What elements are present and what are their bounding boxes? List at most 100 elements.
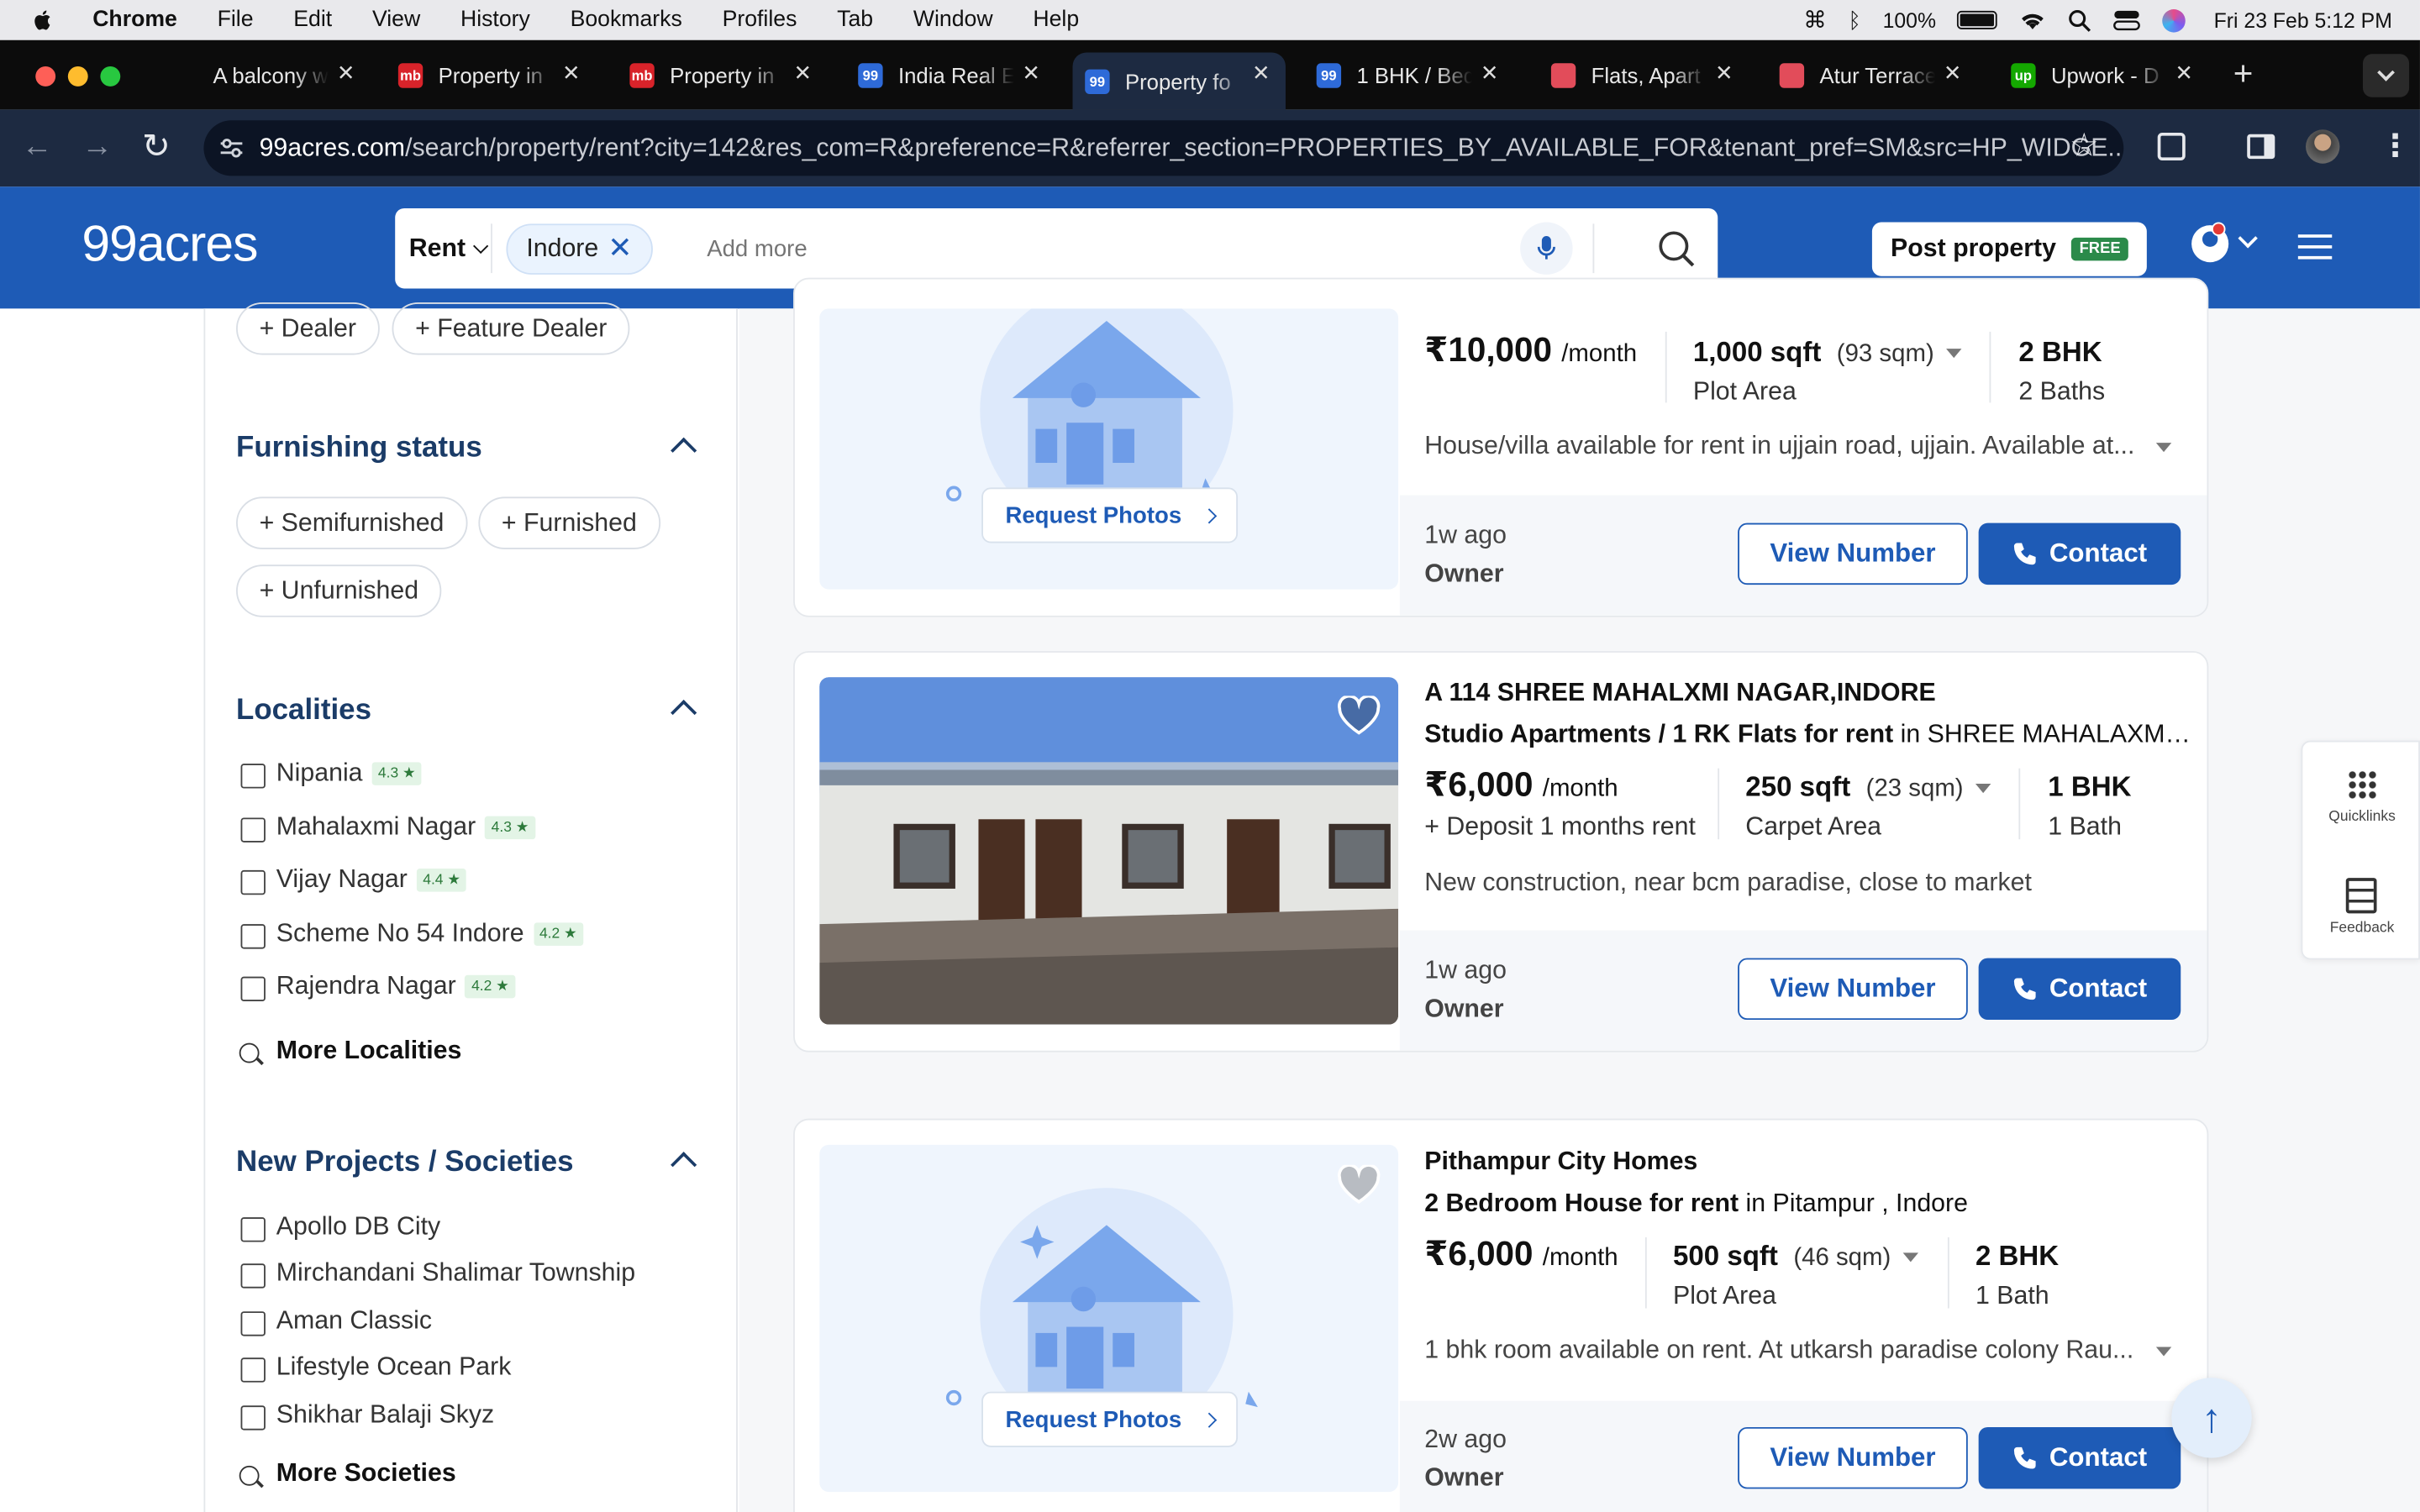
wifi-icon[interactable]	[2019, 9, 2047, 31]
menu-file[interactable]: File	[218, 8, 254, 32]
new-tab-button[interactable]: +	[2233, 54, 2254, 94]
view-number-button[interactable]: View Number	[1738, 522, 1968, 585]
locality-checkbox[interactable]	[240, 924, 266, 949]
locality-checkbox[interactable]	[240, 976, 266, 1002]
view-number-button[interactable]: View Number	[1738, 958, 1968, 1021]
menu-help[interactable]: Help	[1033, 8, 1079, 32]
close-window-button[interactable]	[35, 66, 56, 87]
address-bar[interactable]: 99acres.com/search/property/rent?city=14…	[203, 120, 2124, 176]
filter-furnished[interactable]: + Furnished	[478, 496, 660, 549]
zoom-window-button[interactable]	[100, 66, 121, 87]
listing-type[interactable]: 2 Bedroom House for rent in Pitampur , I…	[1424, 1189, 1968, 1219]
locality-item[interactable]: Rajendra Nagar 4.2 ★	[276, 972, 516, 1001]
filter-unfurnished[interactable]: + Unfurnished	[236, 564, 442, 617]
close-tab-icon[interactable]: ✕	[1944, 60, 1962, 87]
quicklinks-label[interactable]: Quicklinks	[2302, 808, 2420, 825]
bookmark-star-icon[interactable]: ☆	[2070, 127, 2099, 165]
project-item[interactable]: Mirchandani Shalimar Township	[276, 1259, 635, 1289]
remove-city-icon[interactable]: ✕	[608, 232, 632, 267]
menu-profiles[interactable]: Profiles	[723, 8, 797, 32]
project-item[interactable]: Apollo DB City	[276, 1213, 440, 1242]
extensions-icon[interactable]	[2157, 132, 2186, 161]
menu-tab[interactable]: Tab	[837, 8, 873, 32]
browser-tab[interactable]: mb Property in ✕	[397, 52, 590, 98]
menu-history[interactable]: History	[460, 8, 530, 32]
close-tab-icon[interactable]: ✕	[562, 60, 581, 87]
project-checkbox[interactable]	[240, 1357, 266, 1383]
listing-name[interactable]: A 114 SHREE MAHALXMI NAGAR,INDORE	[1424, 679, 1935, 708]
browser-tab[interactable]: 99 India Real E ✕	[858, 52, 1050, 98]
more-localities-link[interactable]: More Localities	[276, 1037, 462, 1066]
locality-item[interactable]: Nipania 4.3 ★	[276, 759, 423, 789]
project-checkbox[interactable]	[240, 1263, 266, 1289]
profile-avatar[interactable]	[2306, 129, 2340, 164]
contact-button[interactable]: Contact	[1978, 958, 2181, 1021]
area-unit-dropdown-icon[interactable]	[1946, 349, 1962, 359]
site-settings-icon[interactable]	[219, 137, 244, 159]
close-tab-icon[interactable]: ✕	[2175, 60, 2193, 87]
locality-item[interactable]: Vijay Nagar 4.4 ★	[276, 865, 467, 895]
site-logo[interactable]: 99acres	[82, 214, 258, 273]
battery-icon[interactable]	[1957, 10, 1998, 29]
apple-icon[interactable]	[31, 8, 55, 32]
search-input[interactable]	[707, 229, 1479, 267]
locality-checkbox[interactable]	[240, 869, 266, 895]
bluetooth-icon[interactable]: ᛒ	[1848, 8, 1860, 32]
locality-item[interactable]: Scheme No 54 Indore 4.2 ★	[276, 920, 584, 949]
reload-icon[interactable]: ↻	[142, 127, 171, 167]
view-number-button[interactable]: View Number	[1738, 1426, 1968, 1489]
close-tab-icon[interactable]: ✕	[794, 60, 813, 87]
project-item[interactable]: Aman Classic	[276, 1307, 432, 1336]
close-tab-icon[interactable]: ✕	[1252, 60, 1270, 87]
project-item[interactable]: Lifestyle Ocean Park	[276, 1353, 512, 1383]
chrome-menu-icon[interactable]: ⋮	[2380, 127, 2411, 165]
rent-dropdown[interactable]: Rent	[409, 234, 488, 264]
browser-tab[interactable]: A balcony w ✕	[172, 52, 365, 98]
area-unit-dropdown-icon[interactable]	[1902, 1252, 1919, 1263]
listing-name[interactable]: Pithampur City Homes	[1424, 1148, 1697, 1178]
project-checkbox[interactable]	[240, 1311, 266, 1336]
request-photos-button[interactable]: Request Photos	[981, 487, 1239, 543]
search-icon[interactable]	[1658, 230, 1697, 269]
minimize-window-button[interactable]	[67, 66, 88, 87]
voice-search-button[interactable]	[1520, 222, 1573, 275]
hamburger-menu-icon[interactable]	[2297, 234, 2333, 260]
browser-tab[interactable]: Flats, Apart ✕	[1550, 52, 1743, 98]
browser-tab[interactable]: 99 Property fo ✕	[1072, 52, 1286, 110]
close-tab-icon[interactable]: ✕	[337, 60, 355, 87]
feedback-clipboard-icon[interactable]	[2345, 878, 2377, 914]
quicklinks-grid-icon[interactable]	[2347, 769, 2377, 800]
filter-semifurnished[interactable]: + Semifurnished	[236, 496, 467, 549]
shortlist-heart-icon[interactable]	[1337, 696, 1381, 736]
expand-description-icon[interactable]	[2155, 443, 2172, 453]
locality-checkbox[interactable]	[240, 764, 266, 789]
post-property-button[interactable]: Post property FREE	[1871, 222, 2147, 276]
browser-tab[interactable]: up Upwork - D ✕	[2011, 52, 2202, 98]
menu-app-name[interactable]: Chrome	[92, 8, 177, 32]
feedback-label[interactable]: Feedback	[2302, 920, 2420, 937]
request-photos-button[interactable]: Request Photos	[981, 1391, 1239, 1447]
close-tab-icon[interactable]: ✕	[1715, 60, 1733, 87]
clock[interactable]: Fri 23 Feb 5:12 PM	[2214, 8, 2392, 32]
filter-dealer[interactable]: + Dealer	[236, 302, 380, 355]
menu-bookmarks[interactable]: Bookmarks	[571, 8, 682, 32]
expand-description-icon[interactable]	[2155, 1347, 2172, 1357]
close-tab-icon[interactable]: ✕	[1481, 60, 1499, 87]
spotlight-search-icon[interactable]	[2069, 8, 2092, 32]
scroll-to-top-button[interactable]: ↑	[2171, 1378, 2252, 1458]
close-tab-icon[interactable]: ✕	[1022, 60, 1040, 87]
menu-edit[interactable]: Edit	[293, 8, 332, 32]
back-icon[interactable]: ←	[22, 129, 53, 165]
browser-tab[interactable]: 99 1 BHK / Bed ✕	[1316, 52, 1508, 98]
city-chip[interactable]: Indore ✕	[506, 223, 653, 275]
menu-view[interactable]: View	[372, 8, 420, 32]
control-center-icon[interactable]	[2113, 9, 2141, 31]
project-checkbox[interactable]	[240, 1217, 266, 1242]
contact-button[interactable]: Contact	[1978, 1426, 2181, 1489]
menu-window[interactable]: Window	[913, 8, 993, 32]
tab-search-button[interactable]	[2362, 54, 2410, 97]
area-unit-dropdown-icon[interactable]	[1975, 784, 1991, 794]
browser-tab[interactable]: Atur Terrace ✕	[1779, 52, 1971, 98]
locality-item[interactable]: Mahalaxmi Nagar 4.3 ★	[276, 813, 535, 843]
contact-button[interactable]: Contact	[1978, 522, 2181, 585]
